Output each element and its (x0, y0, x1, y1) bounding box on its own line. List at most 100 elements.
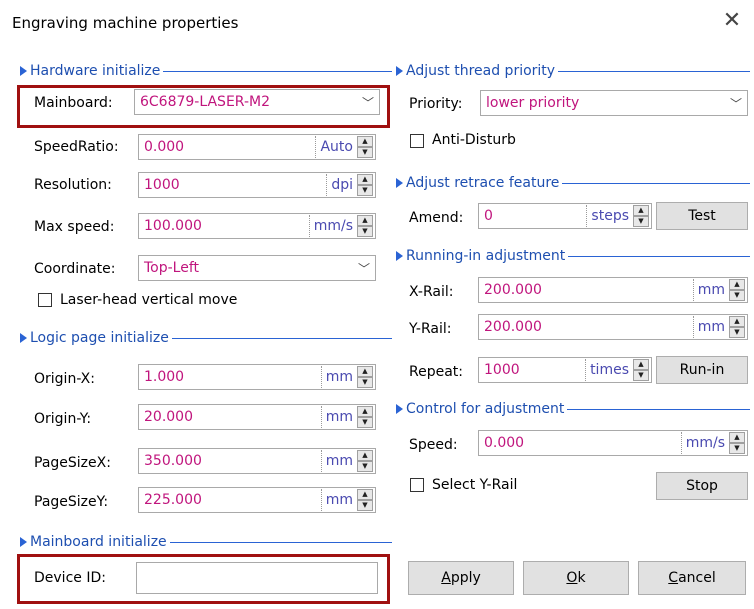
amend-label: Amend: (409, 210, 464, 226)
run-in-button[interactable]: Run-in (656, 356, 748, 384)
spin-up-icon[interactable]: ▲ (633, 359, 649, 370)
laser-vertical-label: Laser-head vertical move (60, 292, 238, 308)
resolution-unit: dpi (326, 174, 357, 196)
originy-spinner[interactable]: ▲ ▼ (357, 406, 373, 428)
yrail-field[interactable]: 200.000 mm ▲ ▼ (478, 314, 748, 340)
xrail-spinner[interactable]: ▲ ▼ (729, 279, 745, 301)
apply-button[interactable]: Apply (408, 561, 514, 595)
spin-down-icon[interactable]: ▼ (633, 370, 649, 381)
resolution-label: Resolution: (34, 177, 112, 193)
resolution-spinner[interactable]: ▲ ▼ (357, 174, 373, 196)
speed-spinner[interactable]: ▲ ▼ (729, 432, 745, 454)
spin-up-icon[interactable]: ▲ (357, 406, 373, 417)
pagesizex-value: 350.000 (144, 453, 202, 469)
spin-down-icon[interactable]: ▼ (633, 216, 649, 227)
test-button[interactable]: Test (656, 202, 748, 230)
speedratio-unit: Auto (315, 136, 357, 158)
maxspeed-label: Max speed: (34, 219, 115, 235)
ok-mnemonic: O (566, 570, 578, 586)
select-yrail-label: Select Y-Rail (432, 477, 518, 493)
maxspeed-spinner[interactable]: ▲ ▼ (357, 215, 373, 237)
speedratio-spinner[interactable]: ▲ ▼ (357, 136, 373, 158)
chevron-down-icon: ﹀ (361, 95, 374, 110)
ok-button[interactable]: Ok (523, 561, 629, 595)
spin-up-icon[interactable]: ▲ (357, 136, 373, 147)
spin-up-icon[interactable]: ▲ (633, 205, 649, 216)
repeat-label: Repeat: (409, 364, 463, 380)
spin-up-icon[interactable]: ▲ (357, 215, 373, 226)
device-id-input[interactable] (136, 562, 378, 594)
originx-unit: mm (320, 366, 357, 388)
spin-down-icon[interactable]: ▼ (729, 327, 745, 338)
window-title: Engraving machine properties (12, 14, 239, 32)
spin-down-icon[interactable]: ▼ (357, 417, 373, 428)
amend-spinner[interactable]: ▲ ▼ (633, 205, 649, 227)
close-icon[interactable]: ✕ (719, 8, 745, 34)
cancel-button[interactable]: Cancel (638, 561, 746, 595)
anti-disturb-checkbox[interactable] (410, 134, 424, 148)
pagesizey-value: 225.000 (144, 492, 202, 508)
maxspeed-value: 100.000 (144, 218, 202, 234)
pagesizex-label: PageSizeX: (34, 455, 111, 471)
section-arrow-icon (396, 404, 403, 414)
spin-down-icon[interactable]: ▼ (357, 461, 373, 472)
laser-vertical-checkbox[interactable] (38, 293, 52, 307)
amend-value: 0 (484, 208, 493, 224)
spin-up-icon[interactable]: ▲ (729, 432, 745, 443)
section-arrow-icon (396, 178, 403, 188)
amend-field[interactable]: 0 steps ▲ ▼ (478, 203, 652, 229)
spin-down-icon[interactable]: ▼ (357, 377, 373, 388)
spin-up-icon[interactable]: ▲ (357, 366, 373, 377)
select-yrail-checkbox[interactable] (410, 478, 424, 492)
spin-up-icon[interactable]: ▲ (357, 174, 373, 185)
speed-unit: mm/s (680, 432, 729, 454)
section-running-in-adjustment: Running-in adjustment (396, 247, 750, 265)
xrail-field[interactable]: 200.000 mm ▲ ▼ (478, 277, 748, 303)
spin-up-icon[interactable]: ▲ (729, 279, 745, 290)
resolution-field[interactable]: 1000 dpi ▲ ▼ (138, 172, 376, 198)
section-arrow-icon (20, 66, 27, 76)
repeat-spinner[interactable]: ▲ ▼ (633, 359, 649, 381)
ok-label: k (577, 570, 586, 586)
spin-down-icon[interactable]: ▼ (357, 500, 373, 511)
amend-unit: steps (586, 205, 633, 227)
speedratio-field[interactable]: 0.000 Auto ▲ ▼ (138, 134, 376, 160)
speed-label: Speed: (409, 437, 458, 453)
cancel-mnemonic: C (668, 570, 679, 586)
chevron-down-icon: ﹀ (729, 96, 742, 111)
spin-up-icon[interactable]: ▲ (357, 489, 373, 500)
stop-button[interactable]: Stop (656, 472, 748, 500)
spin-down-icon[interactable]: ▼ (729, 290, 745, 301)
spin-down-icon[interactable]: ▼ (729, 443, 745, 454)
originx-field[interactable]: 1.000 mm ▲ ▼ (138, 364, 376, 390)
priority-value: lower priority (486, 95, 580, 111)
spin-down-icon[interactable]: ▼ (357, 185, 373, 196)
spin-up-icon[interactable]: ▲ (729, 316, 745, 327)
yrail-label: Y-Rail: (409, 321, 452, 337)
originx-spinner[interactable]: ▲ ▼ (357, 366, 373, 388)
spin-down-icon[interactable]: ▼ (357, 147, 373, 158)
spin-down-icon[interactable]: ▼ (357, 226, 373, 237)
pagesizey-field[interactable]: 225.000 mm ▲ ▼ (138, 487, 376, 513)
maxspeed-field[interactable]: 100.000 mm/s ▲ ▼ (138, 213, 376, 239)
originy-label: Origin-Y: (34, 411, 92, 427)
mainboard-select[interactable]: 6C6879-LASER-M2 ﹀ (134, 89, 380, 115)
speedratio-label: SpeedRatio: (34, 139, 119, 155)
spin-up-icon[interactable]: ▲ (357, 450, 373, 461)
originy-field[interactable]: 20.000 mm ▲ ▼ (138, 404, 376, 430)
pagesizex-field[interactable]: 350.000 mm ▲ ▼ (138, 448, 376, 474)
pagesizey-spinner[interactable]: ▲ ▼ (357, 489, 373, 511)
apply-label: pply (450, 570, 481, 586)
yrail-spinner[interactable]: ▲ ▼ (729, 316, 745, 338)
pagesizey-label: PageSizeY: (34, 494, 109, 510)
originx-value: 1.000 (144, 369, 185, 385)
speed-field[interactable]: 0.000 mm/s ▲ ▼ (478, 430, 748, 456)
repeat-field[interactable]: 1000 times ▲ ▼ (478, 357, 652, 383)
coordinate-select[interactable]: Top-Left ﹀ (138, 255, 376, 281)
coordinate-value: Top-Left (144, 260, 200, 276)
originy-value: 20.000 (144, 409, 193, 425)
section-arrow-icon (20, 333, 27, 343)
pagesizex-spinner[interactable]: ▲ ▼ (357, 450, 373, 472)
speed-value: 0.000 (484, 435, 525, 451)
priority-select[interactable]: lower priority ﹀ (480, 90, 748, 116)
